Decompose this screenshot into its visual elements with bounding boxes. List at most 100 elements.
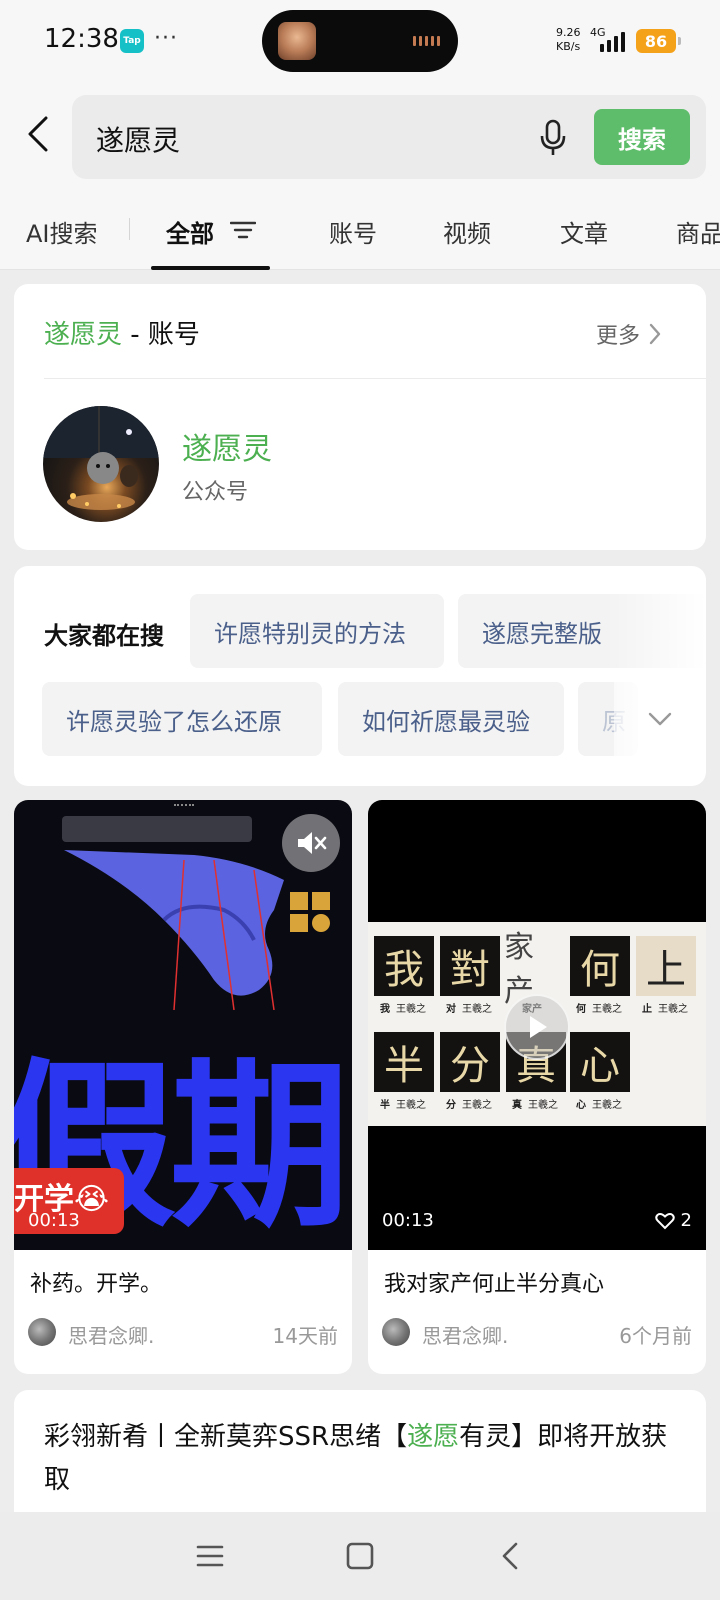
calligraphy-glyph: 心 bbox=[570, 1032, 630, 1092]
author-name[interactable]: 思君念卿. bbox=[68, 1320, 154, 1349]
search-tabs: AI搜索 全部 账号 视频 文章 商品 bbox=[0, 184, 720, 270]
glyph-caption: 心王羲之 bbox=[576, 1096, 622, 1111]
calligraphy-glyph: 對 bbox=[440, 936, 500, 996]
search-query[interactable]: 遂愿灵 bbox=[96, 119, 180, 159]
trending-searches: 大家都在搜 许愿特别灵的方法 遂愿完整版 许愿灵验了怎么还原 如何祈愿最灵验 原 bbox=[14, 566, 706, 786]
play-icon bbox=[530, 1016, 547, 1038]
video-thumbnail[interactable]: 我 對 家产 何 上 我王羲之 对王羲之 家产 何王羲之 止王羲之 半 分 真 … bbox=[368, 800, 706, 1250]
author-avatar[interactable] bbox=[382, 1318, 410, 1346]
play-button[interactable] bbox=[504, 994, 570, 1060]
video-thumbnail[interactable]: 假期 开学😭 00:13 bbox=[14, 800, 352, 1250]
article-title-keyword: 遂愿 bbox=[407, 1422, 460, 1452]
glyph-caption: 分王羲之 bbox=[446, 1096, 492, 1111]
trending-chip[interactable]: 许愿特别灵的方法 bbox=[190, 594, 444, 668]
tab-ai-search[interactable]: AI搜索 bbox=[26, 214, 98, 249]
chevron-down-icon bbox=[648, 712, 672, 726]
glyph-caption: 对王羲之 bbox=[446, 1000, 492, 1015]
net-speed: 9.26 KB/s bbox=[556, 26, 581, 54]
calligraphy-glyph: 上 bbox=[636, 936, 696, 996]
glyph-caption-char: 止 bbox=[642, 1004, 652, 1015]
account-avatar[interactable] bbox=[43, 406, 159, 522]
glyph-caption-char: 何 bbox=[576, 1004, 586, 1015]
drag-handle bbox=[174, 804, 194, 808]
sticker-icon bbox=[290, 892, 330, 932]
search-header: 遂愿灵 搜索 bbox=[0, 84, 720, 184]
tab-products[interactable]: 商品 bbox=[676, 214, 720, 249]
media-thumbnail bbox=[278, 22, 316, 60]
dynamic-island[interactable] bbox=[262, 10, 458, 72]
more-notifications-icon: ··· bbox=[154, 26, 178, 51]
calligraphy-glyph: 何 bbox=[570, 936, 630, 996]
back-nav-icon[interactable] bbox=[494, 1540, 526, 1572]
search-button[interactable]: 搜索 bbox=[594, 109, 690, 165]
post-time: 14天前 bbox=[272, 1324, 338, 1348]
video-card[interactable]: 我 對 家产 何 上 我王羲之 对王羲之 家产 何王羲之 止王羲之 半 分 真 … bbox=[368, 800, 706, 1374]
trending-chip[interactable]: 许愿灵验了怎么还原 bbox=[42, 682, 322, 756]
like-count: 2 bbox=[654, 1210, 692, 1231]
title-keyword: 遂愿灵 bbox=[44, 320, 123, 350]
trending-chip[interactable]: 如何祈愿最灵验 bbox=[338, 682, 564, 756]
calligraphy-glyph: 我 bbox=[374, 936, 434, 996]
video-author-row: 思君念卿. 14天前 bbox=[28, 1316, 338, 1350]
chip-label: 如何祈愿最灵验 bbox=[362, 707, 530, 736]
audio-wave-icon bbox=[413, 36, 440, 46]
hand-illustration bbox=[64, 850, 284, 1010]
divider bbox=[44, 378, 706, 379]
tab-articles[interactable]: 文章 bbox=[560, 214, 608, 249]
title-suffix: - 账号 bbox=[122, 320, 200, 350]
likes-value: 2 bbox=[680, 1210, 692, 1231]
glyph-caption-sub: 王羲之 bbox=[528, 1100, 558, 1111]
search-input[interactable]: 遂愿灵 搜索 bbox=[72, 95, 706, 179]
calligraphy-glyph: 半 bbox=[374, 1032, 434, 1092]
menu-icon[interactable] bbox=[194, 1540, 226, 1572]
calligraphy-glyph: 分 bbox=[440, 1032, 500, 1092]
glyph-caption-sub: 王羲之 bbox=[462, 1100, 492, 1111]
glyph-caption-sub: 王羲之 bbox=[396, 1100, 426, 1111]
video-card[interactable]: 假期 开学😭 00:13 补药。开学。 思君念卿. 14天前 bbox=[14, 800, 352, 1374]
microphone-icon[interactable] bbox=[538, 119, 568, 157]
avatar-artwork bbox=[43, 406, 159, 510]
article-title-prefix: 彩翎新肴丨全新莫弈SSR思绪【 bbox=[44, 1422, 408, 1452]
account-section: 遂愿灵 - 账号 更多 遂愿灵 公众号 bbox=[14, 284, 706, 550]
post-time: 6个月前 bbox=[619, 1324, 692, 1348]
video-duration: 00:13 bbox=[382, 1210, 434, 1231]
glyph-caption: 何王羲之 bbox=[576, 1000, 622, 1015]
chevron-right-icon bbox=[649, 323, 661, 345]
glyph-caption-sub: 王羲之 bbox=[592, 1004, 622, 1015]
trending-label: 大家都在搜 bbox=[44, 622, 164, 650]
filter-icon[interactable] bbox=[230, 220, 256, 240]
speaker-muted-icon bbox=[298, 832, 327, 854]
glyph-caption: 真王羲之 bbox=[512, 1096, 558, 1111]
active-tab-indicator bbox=[151, 266, 270, 270]
account-name[interactable]: 遂愿灵 bbox=[182, 424, 272, 468]
chip-label: 许愿特别灵的方法 bbox=[214, 619, 406, 648]
account-type: 公众号 bbox=[182, 480, 249, 505]
author-name[interactable]: 思君念卿. bbox=[422, 1320, 508, 1349]
status-bar: 12:38 Tap ··· 9.26 KB/s 4G 86 bbox=[0, 0, 720, 84]
tab-videos[interactable]: 视频 bbox=[443, 214, 491, 249]
article-title[interactable]: 彩翎新肴丨全新莫弈SSR思绪【遂愿有灵】即将开放获取 bbox=[44, 1416, 684, 1502]
glyph-caption: 止王羲之 bbox=[642, 1000, 688, 1015]
tab-accounts[interactable]: 账号 bbox=[329, 214, 377, 249]
video-title[interactable]: 我对家产何止半分真心 bbox=[384, 1266, 604, 1298]
home-icon[interactable] bbox=[344, 1540, 376, 1572]
tap-app-icon: Tap bbox=[120, 29, 144, 53]
more-button[interactable]: 更多 bbox=[596, 318, 662, 350]
mute-button[interactable] bbox=[282, 814, 340, 872]
glyph-caption-sub: 王羲之 bbox=[658, 1004, 688, 1015]
video-duration: 00:13 bbox=[28, 1210, 80, 1231]
author-avatar[interactable] bbox=[28, 1318, 56, 1346]
glyph-caption-sub: 王羲之 bbox=[462, 1004, 492, 1015]
glyph-caption: 我王羲之 bbox=[380, 1000, 426, 1015]
back-icon[interactable] bbox=[24, 114, 54, 154]
battery-level: 86 bbox=[644, 31, 668, 51]
status-time: 12:38 bbox=[44, 24, 119, 54]
trending-chip[interactable]: 遂愿完整版 bbox=[458, 594, 706, 668]
chip-label: 遂愿完整版 bbox=[482, 619, 602, 648]
expand-button[interactable] bbox=[614, 682, 706, 756]
tab-all[interactable]: 全部 bbox=[166, 214, 214, 249]
net-speed-unit: KB/s bbox=[556, 40, 581, 53]
video-title[interactable]: 补药。开学。 bbox=[30, 1266, 162, 1298]
chip-fade bbox=[606, 594, 706, 668]
glyph-caption: 半王羲之 bbox=[380, 1096, 426, 1111]
